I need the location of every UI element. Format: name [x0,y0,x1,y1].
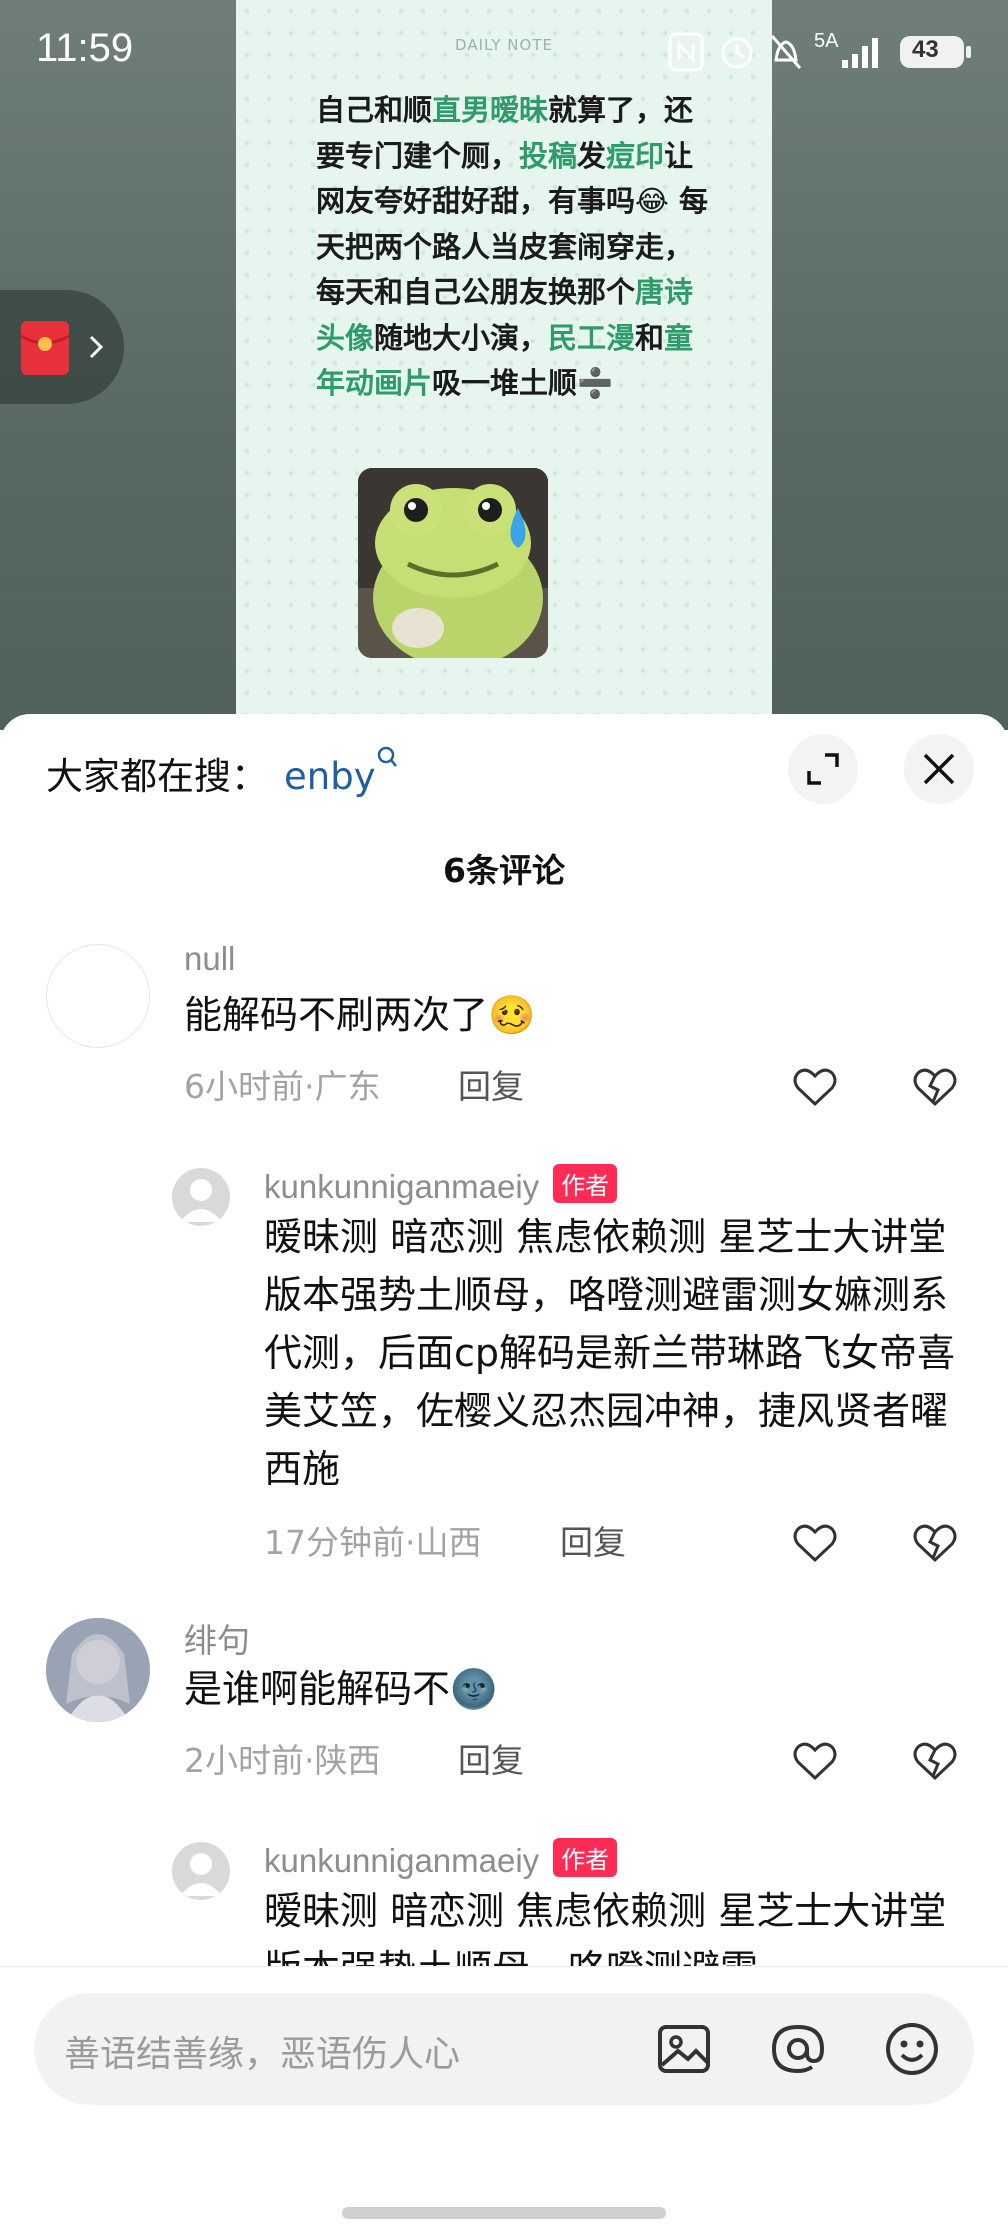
search-icon [377,746,397,767]
avatar[interactable] [172,1168,230,1226]
search-suggestion-term[interactable]: enby [284,755,376,798]
note-highlight-text: 民工漫 [548,320,636,355]
at-icon[interactable] [766,2017,830,2081]
dislike-icon[interactable] [910,1062,960,1112]
avatar[interactable] [46,944,150,1048]
comment-username[interactable]: null [184,940,235,978]
note-plain-text: 发 [577,138,607,173]
reply-button[interactable]: 回复 [458,1060,524,1108]
red-packet-icon [20,321,70,375]
like-icon[interactable] [790,1062,840,1112]
default-avatar-icon [180,1179,222,1222]
video-area[interactable]: DAILY NOTE 自己和顺直男暧昧就算了，还要专门建个厕，投稿发痘印让网友夸… [0,0,1008,730]
comment-meta: 6小时前·广东 [184,1067,381,1106]
status-time: 11:59 [36,26,134,70]
dislike-icon[interactable] [910,1736,960,1786]
note-plain-text: 随地大小演， [374,320,549,355]
comment-meta: 2小时前·陕西 [184,1741,381,1780]
expand-button[interactable] [788,734,858,804]
reply-button[interactable]: 回复 [560,1516,626,1564]
network-type: 5A [814,30,839,52]
note-plain-text: 和 [635,320,665,355]
frog-sticker-image [358,468,548,658]
red-packet-float-button[interactable] [0,290,124,404]
note-plain-text: 吸一堆土顺➗ [432,366,614,400]
comment-username-text: kunkunniganmaeiy [264,1168,540,1205]
comment-input-area: 善语结善缘，恶语伤人心 [0,1966,1008,2232]
comment-reply-item: kunkunniganmaeiy 作者 暧昧测 暗恋测 焦虑依赖测 星芝士大讲堂 … [0,1838,1008,1966]
comment-username[interactable]: kunkunniganmaeiy 作者 [264,1838,618,1880]
note-highlight-text: 痘印 [606,138,665,173]
comment-text: 暧昧测 暗恋测 焦虑依赖测 星芝士大讲堂 版本强势土顺母，咯噔测避雷 [264,1889,947,1966]
comment-count: 6条评论 [443,851,565,890]
reply-button[interactable]: 回复 [458,1734,524,1782]
note-highlight-text: 投稿 [519,138,578,173]
home-indicator[interactable] [342,2207,666,2219]
search-suggestion-label: 大家都在搜： [46,755,268,798]
image-icon[interactable] [652,2017,716,2081]
alarm-icon [721,37,753,69]
expand-icon [807,753,839,785]
author-badge: 作者 [553,1838,618,1877]
status-bar: 11:59 5A 43 [0,0,1008,100]
comment-username[interactable]: 绯句 [184,1614,250,1662]
avatar[interactable] [172,1842,230,1900]
comment-text: 是谁啊能解码不🌚 [184,1667,498,1711]
nfc-icon [668,32,704,72]
comment-input-placeholder: 善语结善缘，恶语伤人心 [64,2034,461,2075]
search-suggestion[interactable]: 大家都在搜： enby [46,746,398,800]
comment-input[interactable]: 善语结善缘，恶语伤人心 [34,1993,974,2105]
comment-text: 能解码不刷两次了🥴 [184,993,536,1037]
avatar-image [46,1618,150,1722]
avatar[interactable] [46,1618,150,1722]
mute-icon [770,35,802,69]
emoji-icon[interactable] [880,2017,944,2081]
like-icon[interactable] [790,1518,840,1568]
comment-username[interactable]: kunkunniganmaeiy 作者 [264,1164,618,1206]
note-card: DAILY NOTE 自己和顺直男暧昧就算了，还要专门建个厕，投稿发痘印让网友夸… [236,0,772,730]
close-icon [923,753,955,785]
battery-level: 43 [912,36,939,63]
default-avatar-icon [180,1853,222,1896]
comment-username-text: kunkunniganmaeiy [264,1842,540,1879]
dislike-icon[interactable] [910,1518,960,1568]
like-icon[interactable] [790,1736,840,1786]
comment-text: 暧昧测 暗恋测 焦虑依赖测 星芝士大讲堂 版本强势土顺母，咯噔测避雷测女嫲测系代… [264,1215,956,1491]
chevron-right-icon [89,335,104,359]
close-button[interactable] [904,734,974,804]
signal-icon [842,38,878,68]
comment-meta: 17分钟前·山西 [264,1523,482,1562]
author-badge: 作者 [553,1164,618,1203]
note-text: 自己和顺直男暧昧就算了，还要专门建个厕，投稿发痘印让网友夸好甜好甜，有事吗😂 每… [316,88,716,407]
